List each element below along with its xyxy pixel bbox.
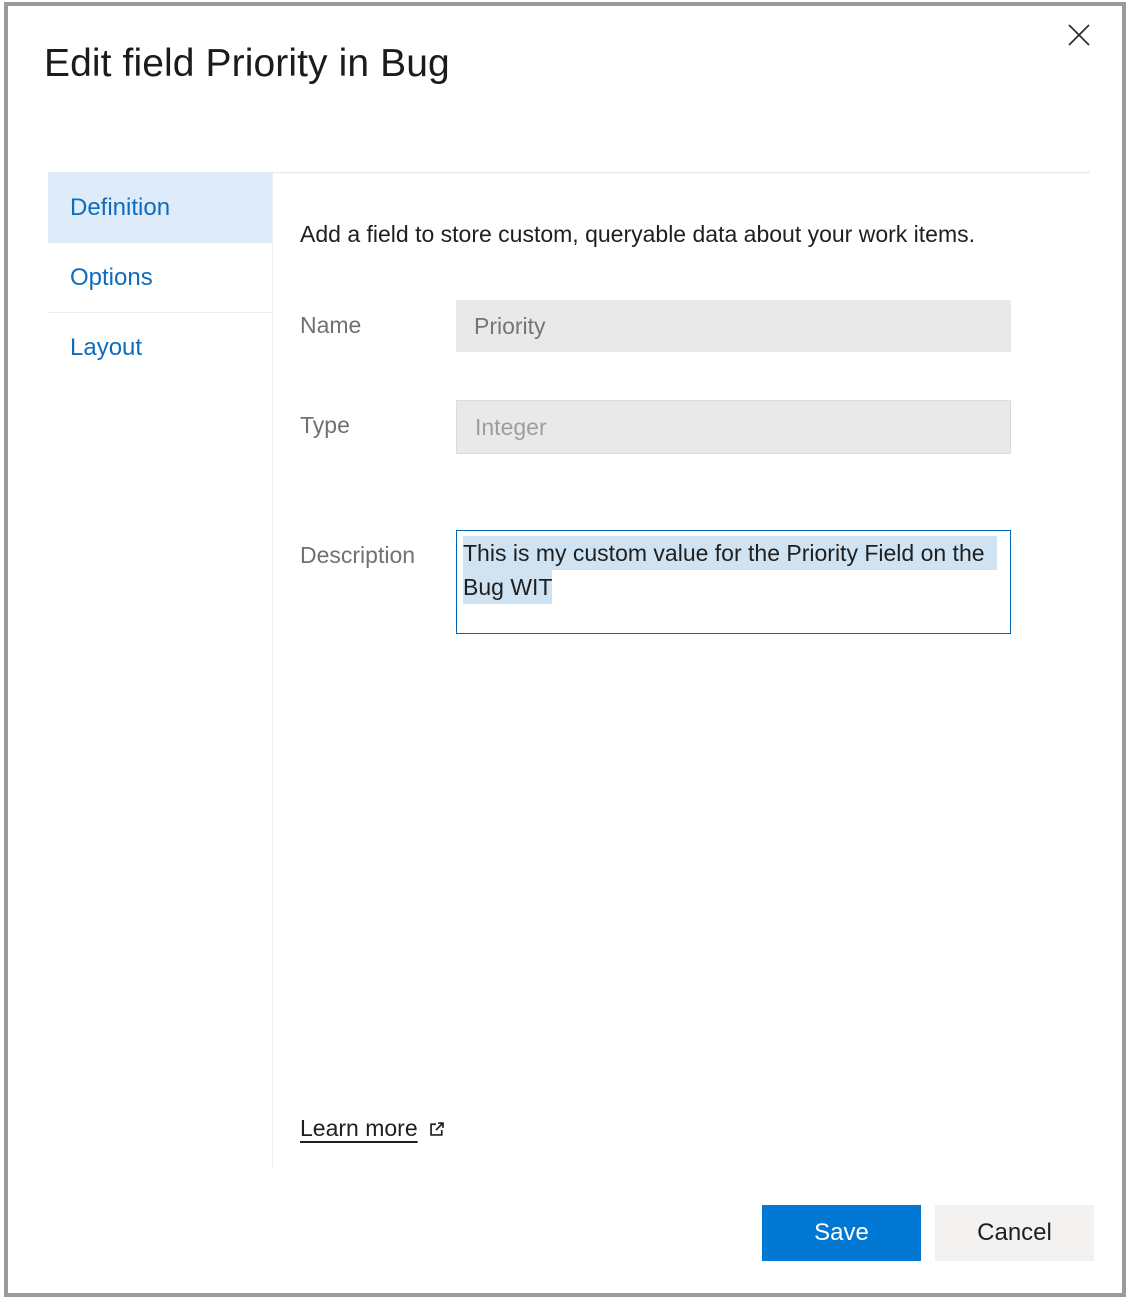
dialog-body: Definition Options Layout Add a field to… [8,173,1122,1293]
form-row-description: Description [300,530,1086,634]
sidebar-item-definition[interactable]: Definition [48,173,272,243]
sidebar-item-label: Definition [70,194,170,221]
learn-more-label: Learn more [300,1115,418,1142]
save-button[interactable]: Save [762,1205,921,1261]
name-label: Name [300,312,361,339]
description-label: Description [300,542,415,569]
cancel-button[interactable]: Cancel [935,1205,1094,1261]
dialog-header: Edit field Priority in Bug [8,6,1122,166]
close-icon [1066,22,1092,48]
type-label: Type [300,412,350,439]
sidebar-item-layout[interactable]: Layout [48,313,272,383]
close-button[interactable] [1056,14,1102,56]
sidebar-item-options[interactable]: Options [48,243,272,313]
dialog-tab-list: Definition Options Layout [48,173,272,383]
type-field[interactable]: Integer [456,400,1011,454]
sidebar-item-label: Options [70,264,153,291]
nav-content-divider [272,173,273,1169]
page-title: Edit field Priority in Bug [44,42,450,86]
form-row-type: Type Integer [300,400,1086,454]
external-link-icon [427,1119,447,1139]
sidebar-item-label: Layout [70,334,142,361]
definition-tab-panel: Add a field to store custom, queryable d… [300,173,1086,634]
dialog-footer: Save Cancel [762,1205,1094,1261]
learn-more-link[interactable]: Learn more [300,1115,447,1142]
edit-field-dialog: Edit field Priority in Bug Definition Op… [4,2,1126,1297]
description-field[interactable] [456,530,1011,634]
panel-description: Add a field to store custom, queryable d… [300,221,1086,248]
form-row-name: Name [300,300,1086,352]
name-field[interactable] [456,300,1011,352]
